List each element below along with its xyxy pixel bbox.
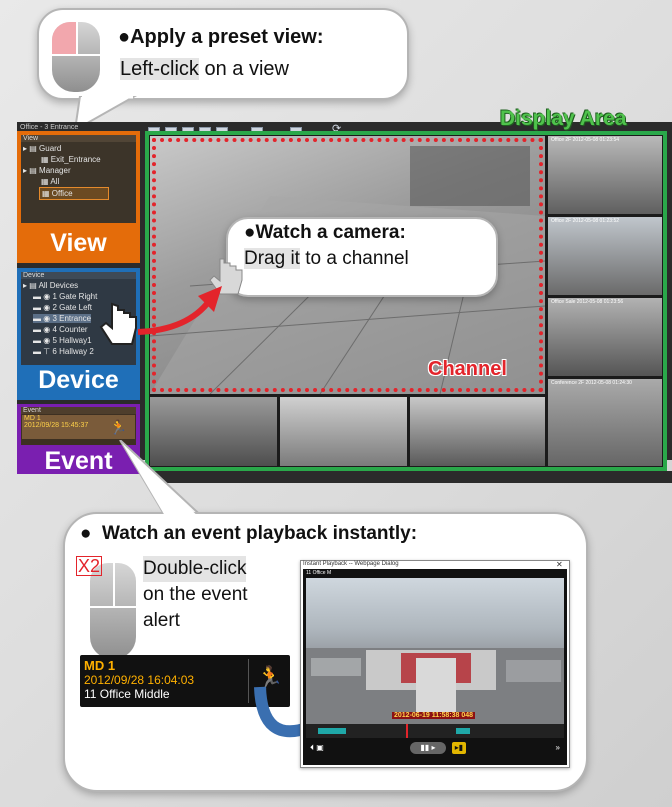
event-instruction-line3: alert bbox=[143, 610, 180, 631]
motion-runner-icon: 🏃 bbox=[109, 419, 127, 435]
view-tree: ▸ ▤ Guard ▦ Exit_Entrance ▸ ▤ Manager ▦ … bbox=[21, 142, 136, 201]
camera-tile-right-3[interactable]: Office Sale 2012-05-08 01:23:56 bbox=[548, 298, 662, 376]
event-title-text: Watch an event playback instantly: bbox=[102, 523, 418, 544]
event-callout-title: ● Watch an event playback instantly: bbox=[80, 523, 417, 545]
playback-prev-icon[interactable]: ⏴ ▣ bbox=[310, 743, 324, 753]
preset-callout-action: Left-click on a view bbox=[120, 58, 289, 81]
window-title: Office - 3 Entrance bbox=[20, 124, 79, 131]
status-bar bbox=[145, 471, 672, 483]
camera-tile-bottom-3[interactable] bbox=[410, 397, 545, 466]
camera-tile-right-2[interactable]: Office 2F 2012-05-08 01:23:52 bbox=[548, 217, 662, 295]
drag-highlight: Drag it bbox=[244, 248, 300, 269]
camera-title-text: Watch a camera: bbox=[255, 222, 406, 243]
preset-action-rest: on a view bbox=[198, 58, 289, 80]
playback-controls: ⏴ ▣ ▮▮ ▸ ▸▮ » bbox=[306, 740, 564, 762]
device-label: Device bbox=[38, 366, 119, 394]
playback-timeline[interactable] bbox=[306, 724, 564, 738]
camera-timestamp: Office 2F 2012-05-08 01:23:52 bbox=[551, 218, 620, 224]
event-instruction: Double-click on the event alert bbox=[143, 556, 248, 634]
playback-cam-label: 11 Office M bbox=[306, 570, 332, 576]
camera-callout-title: ●Watch a camera: bbox=[244, 222, 406, 244]
channel-label: Channel bbox=[428, 358, 507, 380]
view-panel: View ▸ ▤ Guard ▦ Exit_Entrance ▸ ▤ Manag… bbox=[21, 135, 136, 223]
camera-action-rest: to a channel bbox=[299, 248, 409, 269]
timeline-segment bbox=[456, 728, 470, 734]
left-click-mouse-icon bbox=[52, 22, 100, 92]
playback-fast-forward-icon[interactable]: » bbox=[556, 743, 560, 752]
camera-timestamp: Office 2F 2012-05-08 01:23:54 bbox=[551, 137, 620, 143]
playback-close-icon[interactable]: ✕ bbox=[556, 560, 563, 569]
camera-timestamp: Conference 2F 2012-05-08 01:24:30 bbox=[551, 380, 632, 386]
view-tree-item-all[interactable]: ▦ All bbox=[23, 176, 134, 187]
playback-window-title: Instant Playback -- Webpage Dialog bbox=[303, 561, 399, 567]
preset-title-text: Apply a preset view: bbox=[130, 26, 324, 48]
double-click-highlight: Double-click bbox=[143, 556, 247, 582]
camera-callout-action: Drag it to a channel bbox=[244, 248, 409, 270]
drag-hand-icon bbox=[99, 302, 137, 345]
playback-office-scene bbox=[306, 648, 564, 724]
event-alert-separator bbox=[248, 659, 249, 703]
view-tree-item-exit-entrance[interactable]: ▦ Exit_Entrance bbox=[23, 154, 134, 165]
camera-tile-bottom-2[interactable] bbox=[280, 397, 407, 466]
playback-overlay-timestamp: 2012-06-19 11:58:38 048 bbox=[392, 712, 476, 719]
event-item[interactable]: MD 1 2012/09/28 15:45:37 🏃 bbox=[22, 415, 135, 439]
left-click-highlight: Left-click bbox=[120, 58, 199, 80]
view-label: View bbox=[50, 229, 107, 257]
camera-tile-right-1[interactable]: Office 2F 2012-05-08 01:23:54 bbox=[548, 136, 662, 214]
view-tree-item-office[interactable]: ▦ Office bbox=[39, 187, 109, 200]
playback-video bbox=[306, 578, 564, 724]
camera-tile-right-4[interactable]: Conference 2F 2012-05-08 01:24:30 bbox=[548, 379, 662, 466]
view-tree-item-manager[interactable]: ▸ ▤ Manager bbox=[23, 165, 134, 176]
timeline-cursor[interactable] bbox=[406, 724, 408, 738]
view-panel-header: View bbox=[21, 135, 136, 142]
event-panel-header: Event bbox=[21, 407, 136, 414]
timeline-segment bbox=[318, 728, 346, 734]
event-callout-tail-cover bbox=[122, 443, 208, 526]
bullet: ● bbox=[80, 523, 92, 544]
bullet: ● bbox=[244, 222, 256, 243]
playback-step-button[interactable]: ▸▮ bbox=[452, 742, 466, 754]
x2-badge: X2 bbox=[76, 556, 103, 576]
preset-callout-title: ●Apply a preset view: bbox=[118, 26, 324, 49]
camera-timestamp: Office Sale 2012-05-08 01:23:56 bbox=[551, 299, 624, 305]
display-area-label: Display Area bbox=[500, 107, 627, 130]
event-instruction-line2: on the event bbox=[143, 584, 248, 605]
view-tree-item-guard[interactable]: ▸ ▤ Guard bbox=[23, 143, 134, 154]
playback-play-pause-button[interactable]: ▮▮ ▸ bbox=[410, 742, 446, 754]
double-click-mouse-icon bbox=[90, 563, 136, 659]
bullet: ● bbox=[118, 26, 131, 48]
